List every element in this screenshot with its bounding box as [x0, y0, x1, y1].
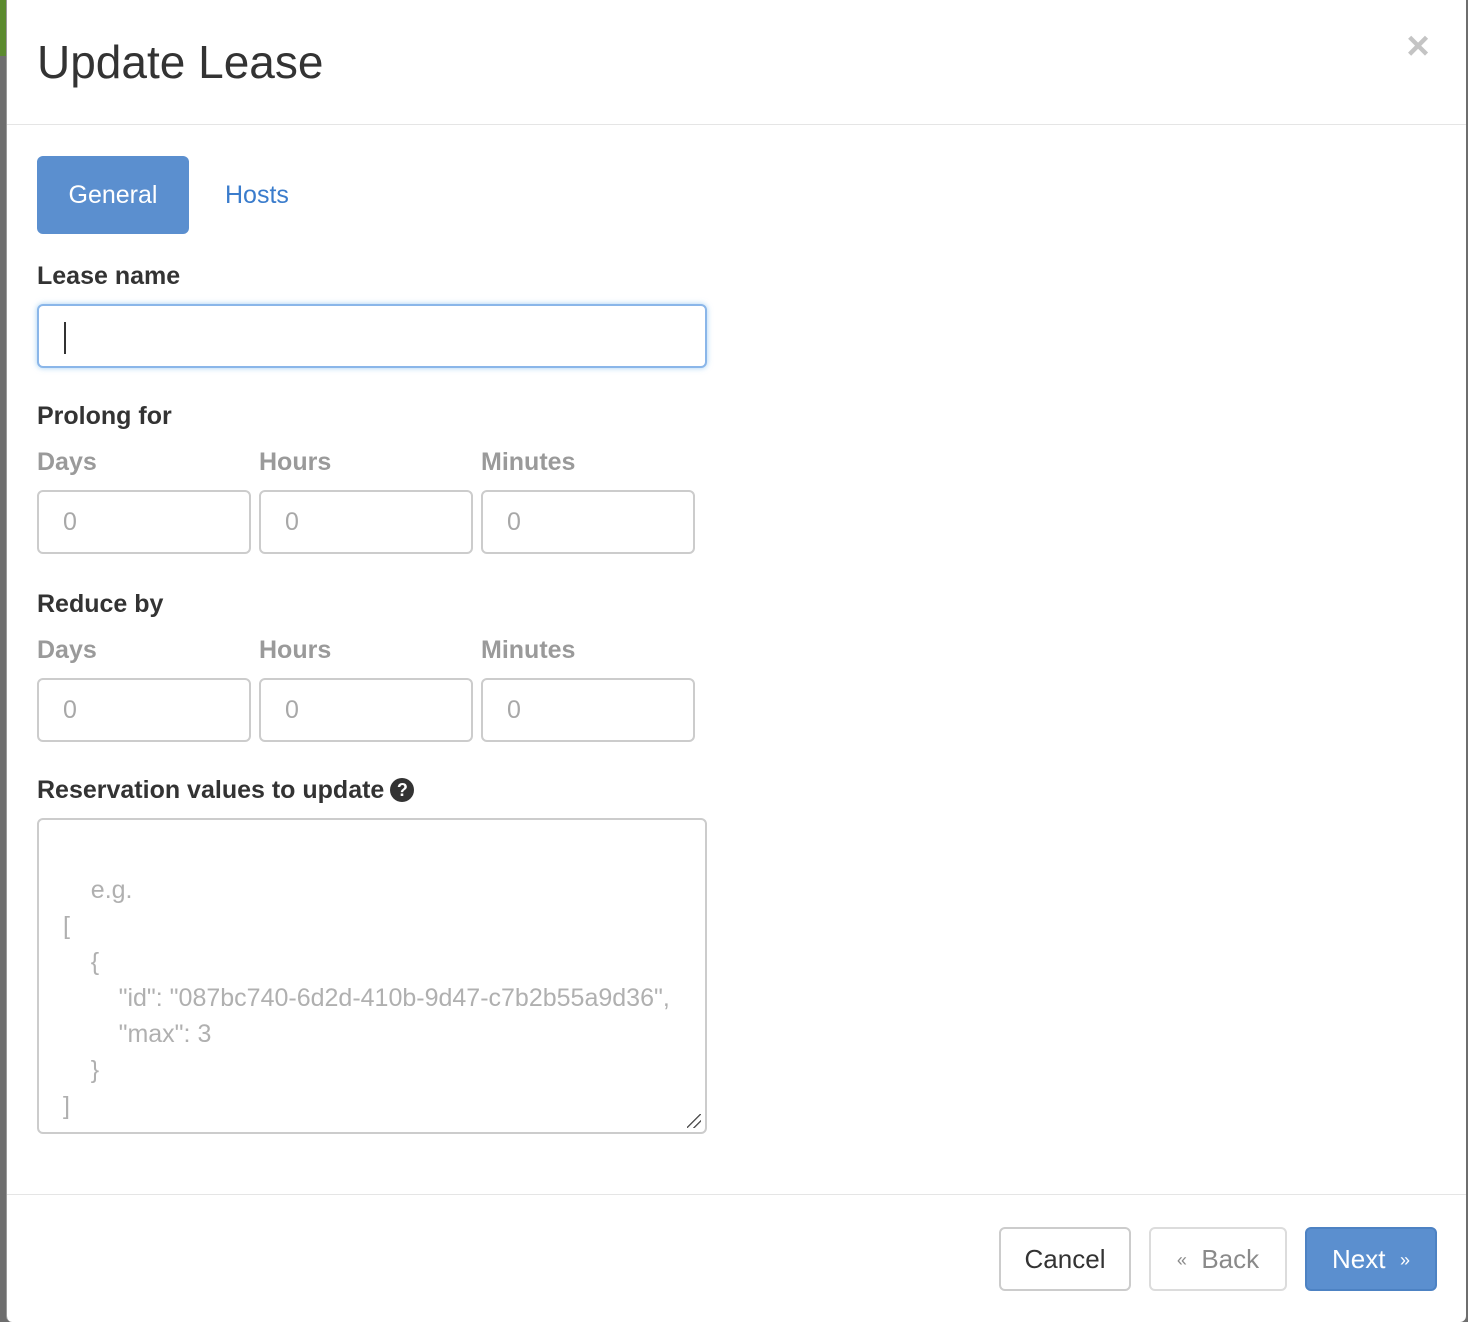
- prolong-label: Prolong for: [37, 402, 172, 430]
- back-button-label: Back: [1201, 1244, 1260, 1274]
- prolong-minutes-label: Minutes: [481, 448, 576, 476]
- prolong-days-input[interactable]: 0: [37, 490, 251, 554]
- reservation-label: Reservation values to update?: [37, 776, 415, 805]
- reservation-placeholder: e.g. [ { "id": "087bc740-6d2d-410b-9d47-…: [63, 876, 670, 1120]
- lease-name-input[interactable]: [37, 304, 707, 368]
- close-icon[interactable]: ×: [1400, 26, 1436, 66]
- question-circle-icon[interactable]: ?: [390, 778, 415, 802]
- modal-footer: Cancel « Back Next »: [7, 1194, 1466, 1322]
- reduce-minutes-input[interactable]: 0: [481, 678, 695, 742]
- modal-title: Update Lease: [37, 36, 324, 88]
- reduce-days-label: Days: [37, 636, 97, 664]
- lease-name-label: Lease name: [37, 262, 181, 290]
- resize-handle-icon[interactable]: [687, 1114, 701, 1128]
- text-caret: [64, 322, 66, 354]
- next-button[interactable]: Next »: [1305, 1227, 1437, 1291]
- cancel-button[interactable]: Cancel: [999, 1227, 1131, 1291]
- reduce-days-input[interactable]: 0: [37, 678, 251, 742]
- prolong-hours-input[interactable]: 0: [259, 490, 473, 554]
- update-lease-modal: Update Lease × General Hosts Lease name …: [6, 0, 1466, 1322]
- back-button[interactable]: « Back: [1149, 1227, 1287, 1291]
- reservation-textarea[interactable]: e.g. [ { "id": "087bc740-6d2d-410b-9d47-…: [37, 818, 707, 1134]
- reduce-minutes-label: Minutes: [481, 636, 576, 664]
- tab-hosts[interactable]: Hosts: [195, 156, 319, 234]
- reduce-hours-label: Hours: [259, 636, 332, 664]
- back-arrow-icon: «: [1176, 1250, 1187, 1270]
- reservation-label-text: Reservation values to update: [37, 776, 385, 804]
- reduce-hours-input[interactable]: 0: [259, 678, 473, 742]
- prolong-minutes-input[interactable]: 0: [481, 490, 695, 554]
- reduce-label: Reduce by: [37, 590, 164, 618]
- next-arrow-icon: »: [1399, 1250, 1410, 1270]
- prolong-days-label: Days: [37, 448, 97, 476]
- prolong-hours-label: Hours: [259, 448, 332, 476]
- next-button-label: Next: [1332, 1244, 1386, 1274]
- tab-general[interactable]: General: [37, 156, 189, 234]
- modal-header: Update Lease ×: [7, 0, 1466, 125]
